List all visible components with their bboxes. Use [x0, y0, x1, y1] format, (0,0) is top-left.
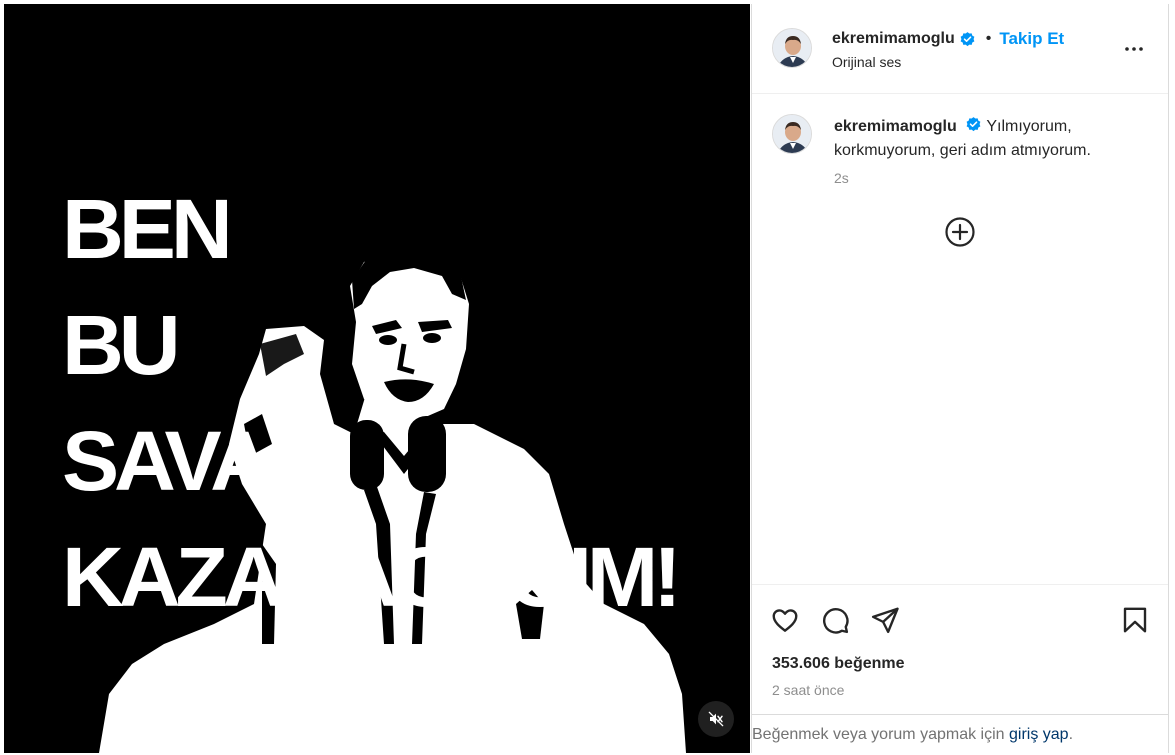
avatar[interactable]: [772, 28, 812, 68]
verified-badge-icon: [960, 31, 975, 46]
login-prompt-text: Beğenmek veya yorum yapmak için: [752, 726, 1009, 743]
audio-label[interactable]: Orijinal ses: [832, 54, 901, 70]
like-button[interactable]: [770, 605, 800, 640]
speaker-muted-icon: [708, 711, 724, 727]
load-more-comments-button[interactable]: [944, 216, 976, 253]
plus-circle-icon: [945, 217, 975, 247]
headline-line: KAZANACAĞIM!: [62, 530, 682, 624]
login-prompt-suffix: .: [1068, 726, 1074, 743]
login-link[interactable]: giriş yap: [1009, 726, 1069, 743]
video-headline: BEN BU SAVAŞI KAZANACAĞIM!: [62, 176, 682, 640]
save-button[interactable]: [1120, 605, 1150, 640]
follow-button[interactable]: Takip Et: [999, 29, 1064, 49]
headline-line: BEN: [62, 182, 233, 276]
headline-line: SAVAŞI: [62, 414, 343, 508]
more-options-button[interactable]: [1122, 37, 1146, 66]
share-button[interactable]: [870, 605, 900, 640]
caption-text-block: ekremimamoglu Yılmıyorum, korkmuyorum, g…: [834, 115, 1134, 163]
separator-dot: •: [985, 30, 992, 47]
more-horizontal-icon: [1125, 47, 1143, 51]
avatar-image: [773, 29, 811, 67]
headline-line: BU: [62, 298, 181, 392]
caption-username-link[interactable]: ekremimamoglu: [834, 118, 957, 135]
login-prompt: Beğenmek veya yorum yapmak için giriş ya…: [752, 714, 1168, 753]
heart-icon: [772, 609, 798, 632]
verified-badge-icon: [966, 117, 981, 132]
post-side-panel: ekremimamoglu • Takip Et Orijinal ses ek…: [751, 4, 1169, 753]
paper-plane-icon: [871, 607, 899, 634]
instagram-post: BEN BU SAVAŞI KAZANACAĞIM! ekremimamoglu…: [0, 0, 1175, 755]
post-timestamp[interactable]: 2 saat önce: [772, 682, 844, 698]
bookmark-icon: [1123, 607, 1147, 633]
caption-timestamp[interactable]: 2s: [834, 170, 849, 186]
post-header: ekremimamoglu • Takip Et Orijinal ses: [752, 4, 1168, 94]
mute-toggle-button[interactable]: [698, 701, 734, 737]
avatar-image: [773, 115, 811, 153]
comment-button[interactable]: [820, 605, 850, 640]
comment-icon: [823, 608, 849, 634]
header-user-line: ekremimamoglu • Takip Et: [832, 29, 1064, 49]
post-media[interactable]: BEN BU SAVAŞI KAZANACAĞIM!: [4, 4, 750, 753]
likes-count[interactable]: 353.606 beğenme: [772, 655, 905, 673]
avatar[interactable]: [772, 114, 812, 154]
username-link[interactable]: ekremimamoglu: [832, 30, 955, 48]
post-actions: 353.606 beğenme 2 saat önce: [752, 584, 1168, 714]
